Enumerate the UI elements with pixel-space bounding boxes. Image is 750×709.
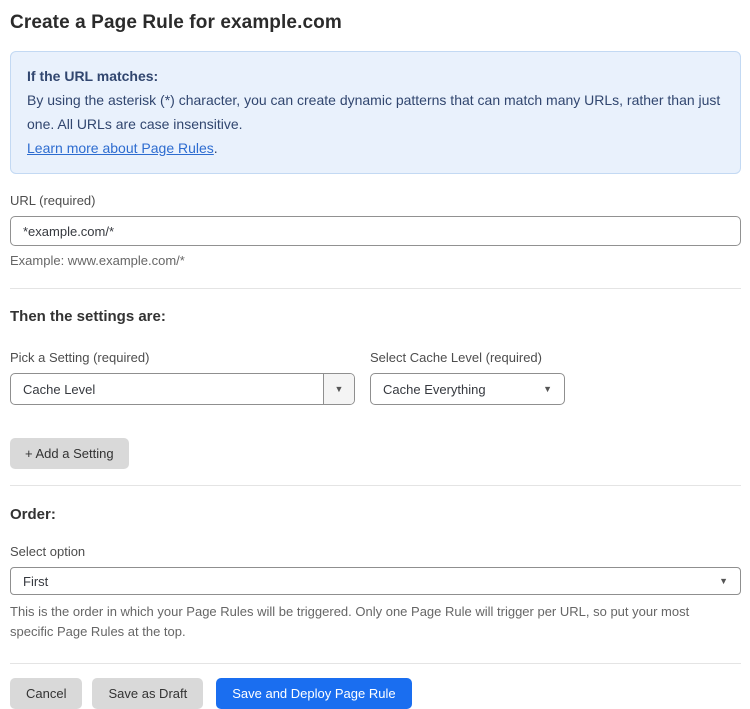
cache-level-field: Select Cache Level (required) Cache Ever… — [370, 350, 565, 405]
settings-selects-row: Pick a Setting (required) Cache Level ▼ … — [10, 350, 741, 405]
cache-level-label: Select Cache Level (required) — [370, 350, 542, 365]
section-divider — [10, 288, 741, 289]
url-field-helper: Example: www.example.com/* — [10, 253, 185, 268]
pick-setting-label: Pick a Setting (required) — [10, 350, 150, 365]
chevron-down-icon: ▼ — [719, 575, 728, 586]
add-setting-button[interactable]: + Add a Setting — [10, 438, 129, 469]
cache-level-value: Cache Everything — [383, 381, 486, 397]
pick-setting-value: Cache Level — [23, 381, 96, 397]
settings-section-heading: Then the settings are: — [10, 308, 166, 325]
url-input[interactable] — [10, 216, 741, 246]
order-select-arrow: ▼ — [719, 575, 740, 586]
order-helper-text: This is the order in which your Page Rul… — [10, 604, 690, 639]
chevron-down-icon: ▼ — [543, 383, 552, 394]
url-match-info-box: If the URL matches: By using the asteris… — [10, 51, 741, 174]
section-divider — [10, 485, 741, 486]
page-title: Create a Page Rule for example.com — [10, 12, 342, 33]
cache-level-arrow: ▼ — [543, 383, 564, 394]
save-as-draft-button[interactable]: Save as Draft — [92, 678, 204, 709]
info-box-link-line: Learn more about Page Rules. — [27, 136, 724, 160]
url-field-label: URL (required) — [10, 193, 96, 208]
order-select[interactable]: First ▼ — [10, 567, 741, 595]
order-select-label: Select option — [10, 544, 86, 559]
pick-setting-field: Pick a Setting (required) Cache Level ▼ — [10, 350, 355, 405]
learn-more-link[interactable]: Learn more about Page Rules — [27, 140, 214, 156]
info-box-body: By using the asterisk (*) character, you… — [27, 92, 721, 132]
order-section-heading: Order: — [10, 506, 56, 523]
cancel-button[interactable]: Cancel — [10, 678, 83, 709]
section-divider — [10, 663, 741, 664]
cache-level-select[interactable]: Cache Everything ▼ — [370, 373, 565, 405]
pick-setting-arrow-segment[interactable]: ▼ — [323, 374, 354, 404]
create-page-rule-form: Create a Page Rule for example.com If th… — [0, 0, 750, 709]
chevron-down-icon: ▼ — [334, 383, 344, 394]
footer-actions: Cancel Save as Draft Save and Deploy Pag… — [10, 678, 741, 709]
order-select-value: First — [23, 573, 49, 589]
url-field-block: URL (required) Example: www.example.com/… — [10, 193, 741, 270]
info-box-heading: If the URL matches: — [27, 68, 159, 84]
link-suffix: . — [213, 140, 218, 156]
pick-setting-select[interactable]: Cache Level ▼ — [10, 373, 355, 405]
save-and-deploy-button[interactable]: Save and Deploy Page Rule — [216, 678, 412, 709]
